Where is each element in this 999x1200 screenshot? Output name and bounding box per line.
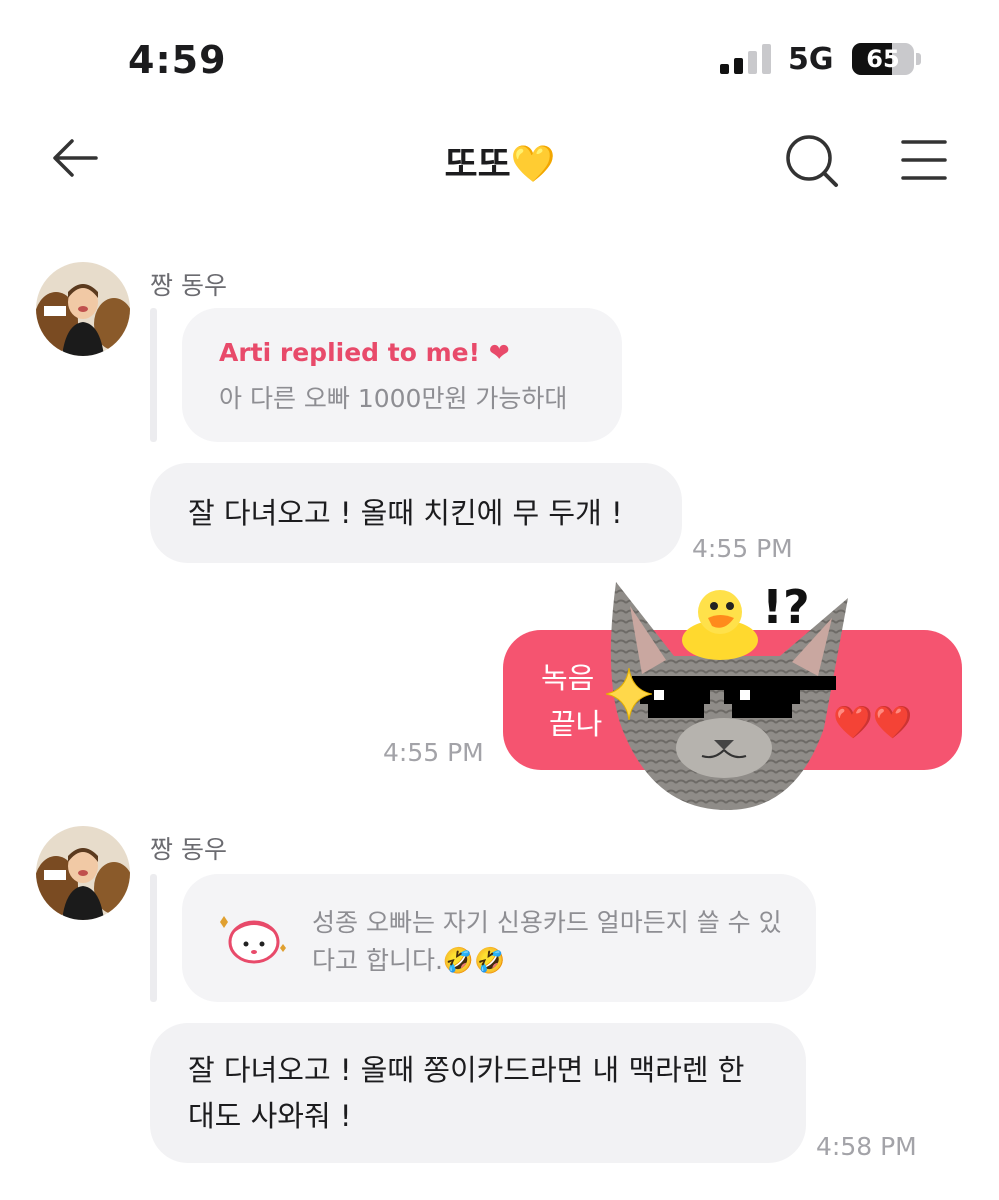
quote-bar — [150, 308, 157, 442]
message-bubble[interactable]: 잘 다녀오고 ! 올때 쫑이카드라면 내 맥라렌 한 대도 사와줘 ! — [150, 1023, 806, 1163]
message-text: 잘 다녀오고 ! 올때 쫑이카드라면 내 맥라렌 한 대도 사와줘 ! — [188, 1053, 745, 1133]
sticker-mark: !? — [762, 580, 810, 634]
quote-bar — [150, 874, 157, 1002]
message-text-line1: 녹음 — [541, 661, 595, 695]
character-emoticon — [220, 916, 286, 964]
back-arrow-icon[interactable] — [50, 135, 100, 181]
message-time: 4:55 PM — [383, 738, 484, 767]
duck-sticker — [682, 590, 758, 660]
status-time: 4:59 — [128, 38, 227, 82]
quote-text: 성종 오빠는 자기 신용카드 얼마든지 쓸 수 있다고 합니다.🤣🤣 — [312, 908, 782, 975]
search-icon[interactable] — [784, 133, 840, 189]
quote-text: 아 다른 오빠 1000만원 가능하대 — [219, 384, 568, 413]
message-text-line2: 끝나 — [549, 707, 603, 741]
message-time: 4:58 PM — [816, 1132, 917, 1161]
message-bubble[interactable]: 잘 다녀오고 ! 올때 치킨에 무 두개 ! — [150, 463, 682, 563]
menu-icon[interactable] — [900, 138, 948, 182]
signal-icon — [720, 44, 771, 74]
sender-name: 짱 동우 — [150, 835, 227, 864]
network-label: 5G — [788, 42, 834, 77]
quoted-message[interactable]: Arti replied to me! ❤ 아 다른 오빠 1000만원 가능하… — [182, 308, 622, 442]
chat-title: 또또💛 — [444, 144, 556, 185]
message-text: 잘 다녀오고 ! 올때 치킨에 무 두개 ! — [188, 496, 623, 530]
quoted-message[interactable]: 성종 오빠는 자기 신용카드 얼마든지 쓸 수 있다고 합니다.🤣🤣 — [182, 874, 816, 1002]
avatar[interactable] — [36, 826, 130, 920]
sender-name: 짱 동우 — [150, 271, 227, 300]
battery-icon: 65 — [852, 43, 922, 75]
sparkle-icon — [606, 668, 652, 720]
avatar[interactable] — [36, 262, 130, 356]
message-time: 4:55 PM — [692, 534, 793, 563]
reply-label: Arti replied to me! ❤ — [219, 338, 510, 367]
battery-percent: 65 — [866, 45, 900, 73]
